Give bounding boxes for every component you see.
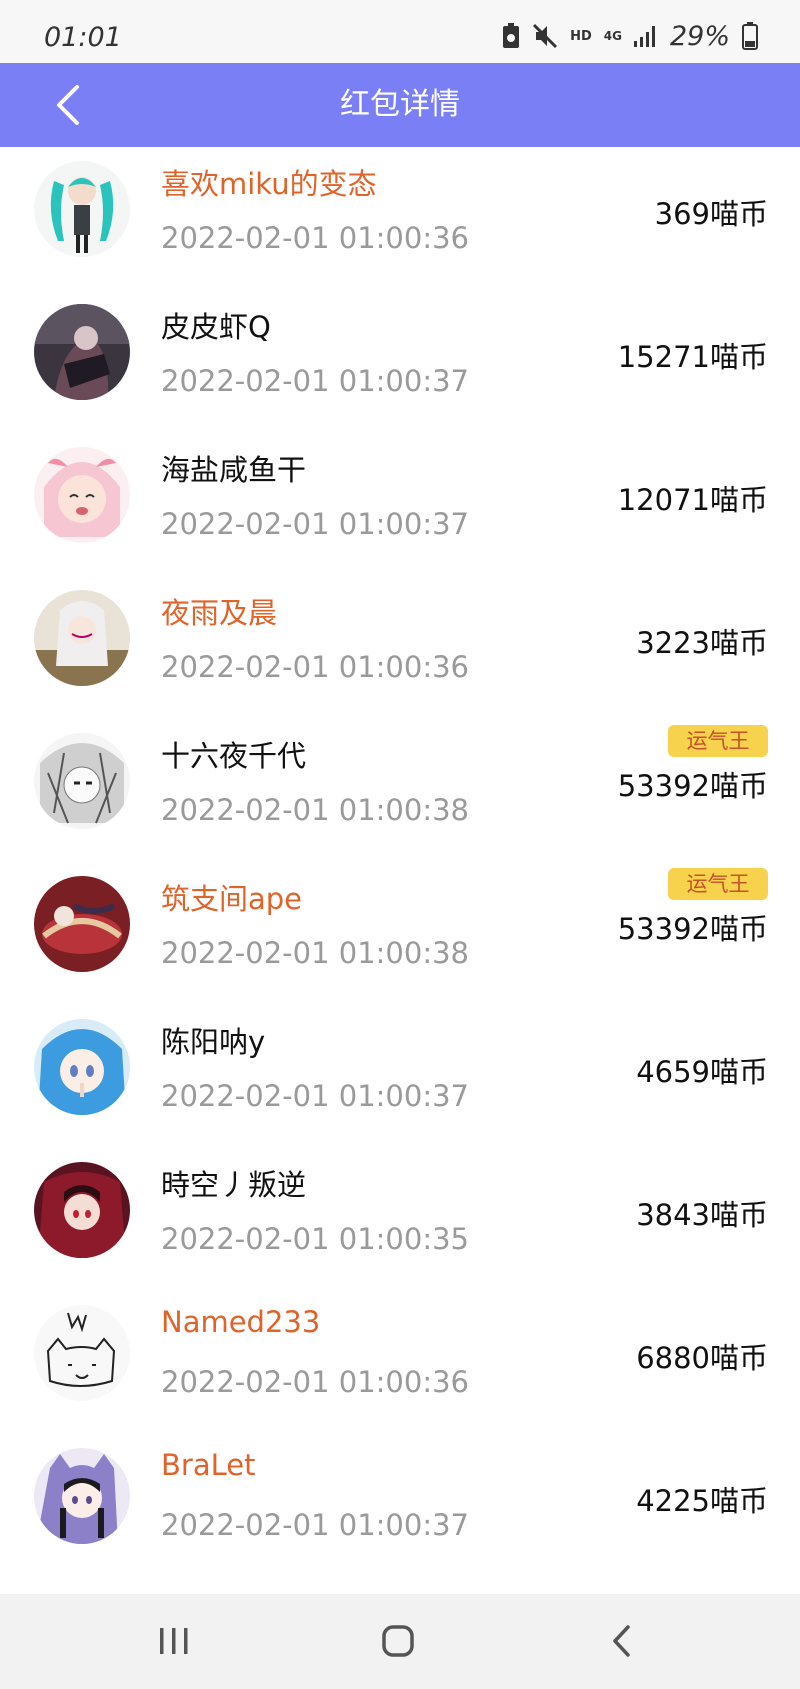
user-name: 皮皮虾Q (161, 310, 271, 344)
record-row[interactable]: 夜雨及晨 2022-02-01 01:00:36 3223喵币 (0, 576, 800, 719)
mute-icon (533, 23, 558, 49)
grab-time: 2022-02-01 01:00:37 (161, 364, 469, 398)
record-row[interactable]: 陈阳呐y 2022-02-01 01:00:37 4659喵币 (0, 1005, 800, 1148)
avatar (34, 1162, 130, 1258)
status-time: 01:01 (44, 22, 122, 53)
grab-time: 2022-02-01 01:00:35 (161, 1222, 469, 1256)
grab-time: 2022-02-01 01:00:38 (161, 936, 469, 970)
status-icons: HD 4G 29% (502, 20, 758, 52)
back-button[interactable] (36, 73, 100, 137)
recent-apps-button[interactable] (144, 1616, 204, 1666)
amount: 3843喵币 (636, 1198, 768, 1232)
user-name: Named233 (161, 1305, 321, 1339)
home-button[interactable] (368, 1616, 428, 1666)
home-icon (382, 1625, 414, 1657)
page-title: 红包详情 (340, 87, 460, 122)
avatar (34, 161, 130, 257)
amount: 12071喵币 (617, 483, 768, 517)
back-icon (613, 1625, 630, 1657)
system-nav-bar (0, 1594, 800, 1689)
avatar (34, 304, 130, 400)
record-row[interactable]: 皮皮虾Q 2022-02-01 01:00:37 15271喵币 (0, 290, 800, 433)
avatar (34, 876, 130, 972)
user-name: 夜雨及晨 (161, 596, 278, 630)
user-name: 十六夜千代 (161, 739, 307, 773)
amount: 4659喵币 (636, 1055, 768, 1089)
avatar (34, 1019, 130, 1115)
grab-time: 2022-02-01 01:00:36 (161, 221, 469, 255)
amount: 3223喵币 (636, 626, 768, 660)
luck-king-badge: 运气王 (668, 868, 768, 900)
luck-king-badge: 运气王 (668, 725, 768, 757)
network-type: 4G (603, 29, 622, 43)
amount: 53392喵币 (617, 912, 768, 946)
hd-indicator: HD (570, 28, 592, 44)
avatar (34, 1448, 130, 1544)
battery-saver-icon (503, 23, 520, 48)
grab-time: 2022-02-01 01:00:37 (161, 1508, 469, 1542)
grab-time: 2022-02-01 01:00:36 (161, 650, 469, 684)
amount: 6880喵币 (636, 1341, 768, 1375)
user-name: 海盐咸鱼干 (161, 453, 307, 487)
user-name: BraLet (161, 1448, 256, 1482)
app-bar: 红包详情 (0, 63, 800, 147)
status-bar: 01:01 HD 4G 29% (0, 0, 800, 63)
user-name: 筑支间ape (161, 882, 303, 916)
avatar (34, 733, 130, 829)
record-row[interactable]: 筑支间ape 2022-02-01 01:00:38 运气王 53392喵币 (0, 862, 800, 1005)
user-name: 時空丿叛逆 (161, 1168, 307, 1202)
grab-time: 2022-02-01 01:00:37 (161, 1079, 469, 1113)
record-row[interactable]: 十六夜千代 2022-02-01 01:00:38 运气王 53392喵币 (0, 719, 800, 862)
grab-time: 2022-02-01 01:00:36 (161, 1365, 469, 1399)
record-row[interactable]: Named233 2022-02-01 01:00:36 6880喵币 (0, 1291, 800, 1434)
record-row[interactable]: 海盐咸鱼干 2022-02-01 01:00:37 12071喵币 (0, 433, 800, 576)
record-row[interactable]: 喜欢miku的变态 2022-02-01 01:00:36 369喵币 (0, 147, 800, 290)
user-name: 陈阳呐y (161, 1025, 266, 1059)
signal-icon (633, 26, 655, 47)
grab-time: 2022-02-01 01:00:38 (161, 793, 469, 827)
record-row[interactable]: BraLet 2022-02-01 01:00:37 4225喵币 (0, 1434, 800, 1577)
red-packet-record-list[interactable]: 喜欢miku的变态 2022-02-01 01:00:36 369喵币 皮皮虾Q… (0, 147, 800, 1594)
back-nav-button[interactable] (592, 1616, 652, 1666)
avatar (34, 447, 130, 543)
avatar (34, 590, 130, 686)
amount: 15271喵币 (617, 340, 768, 374)
user-name: 喜欢miku的变态 (161, 167, 377, 201)
avatar (34, 1305, 130, 1401)
chevron-left-icon (57, 85, 79, 125)
grab-time: 2022-02-01 01:00:37 (161, 507, 469, 541)
amount: 369喵币 (654, 197, 768, 231)
amount: 4225喵币 (636, 1484, 768, 1518)
battery-percent: 29% (669, 20, 730, 52)
battery-icon (742, 22, 758, 50)
record-row[interactable]: 時空丿叛逆 2022-02-01 01:00:35 3843喵币 (0, 1148, 800, 1291)
recent-apps-icon (160, 1628, 188, 1654)
amount: 53392喵币 (617, 769, 768, 803)
